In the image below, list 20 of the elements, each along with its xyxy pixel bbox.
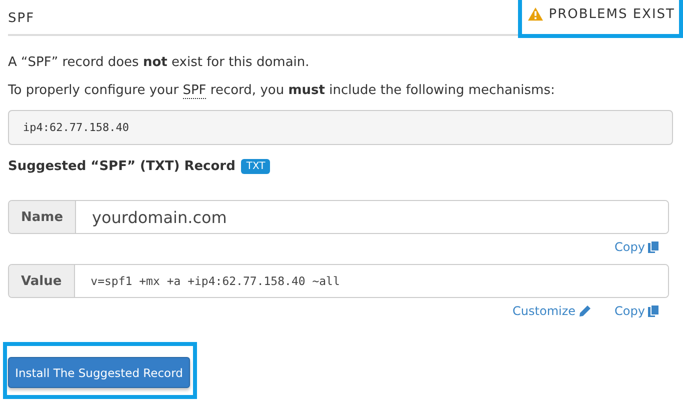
copy-link[interactable]: Copy	[614, 304, 659, 318]
mechanism-code: ip4:62.77.158.40	[8, 110, 673, 145]
message-text: To properly configure your SPF record, you must include the following mechanisms:	[8, 82, 556, 100]
pencil-icon	[578, 305, 591, 317]
field-label: Name	[9, 201, 76, 233]
customize-link[interactable]: Customize	[512, 304, 591, 318]
copy-icon	[648, 305, 659, 317]
copy-link[interactable]: Copy	[614, 240, 659, 254]
record-field[interactable]: Value v=spf1 +mx +a +ip4:62.77.158.40 ~all	[8, 264, 669, 298]
field-label: Value	[9, 265, 75, 297]
section-title: SPF	[8, 11, 35, 26]
install-button[interactable]: Install The Suggested Record	[8, 357, 190, 388]
record-type-badge: TXT	[241, 159, 270, 174]
field-value: v=spf1 +mx +a +ip4:62.77.158.40 ~all	[74, 265, 668, 297]
message-text: A “SPF” record does not exist for this domain.	[8, 54, 310, 72]
record-field[interactable]: Name yourdomain.com	[8, 200, 669, 234]
warning-icon	[528, 7, 543, 21]
suggested-record-label: Suggested “SPF” (TXT) Record	[8, 159, 236, 174]
status-label: PROBLEMS EXIST	[548, 6, 675, 22]
copy-icon	[648, 241, 659, 253]
